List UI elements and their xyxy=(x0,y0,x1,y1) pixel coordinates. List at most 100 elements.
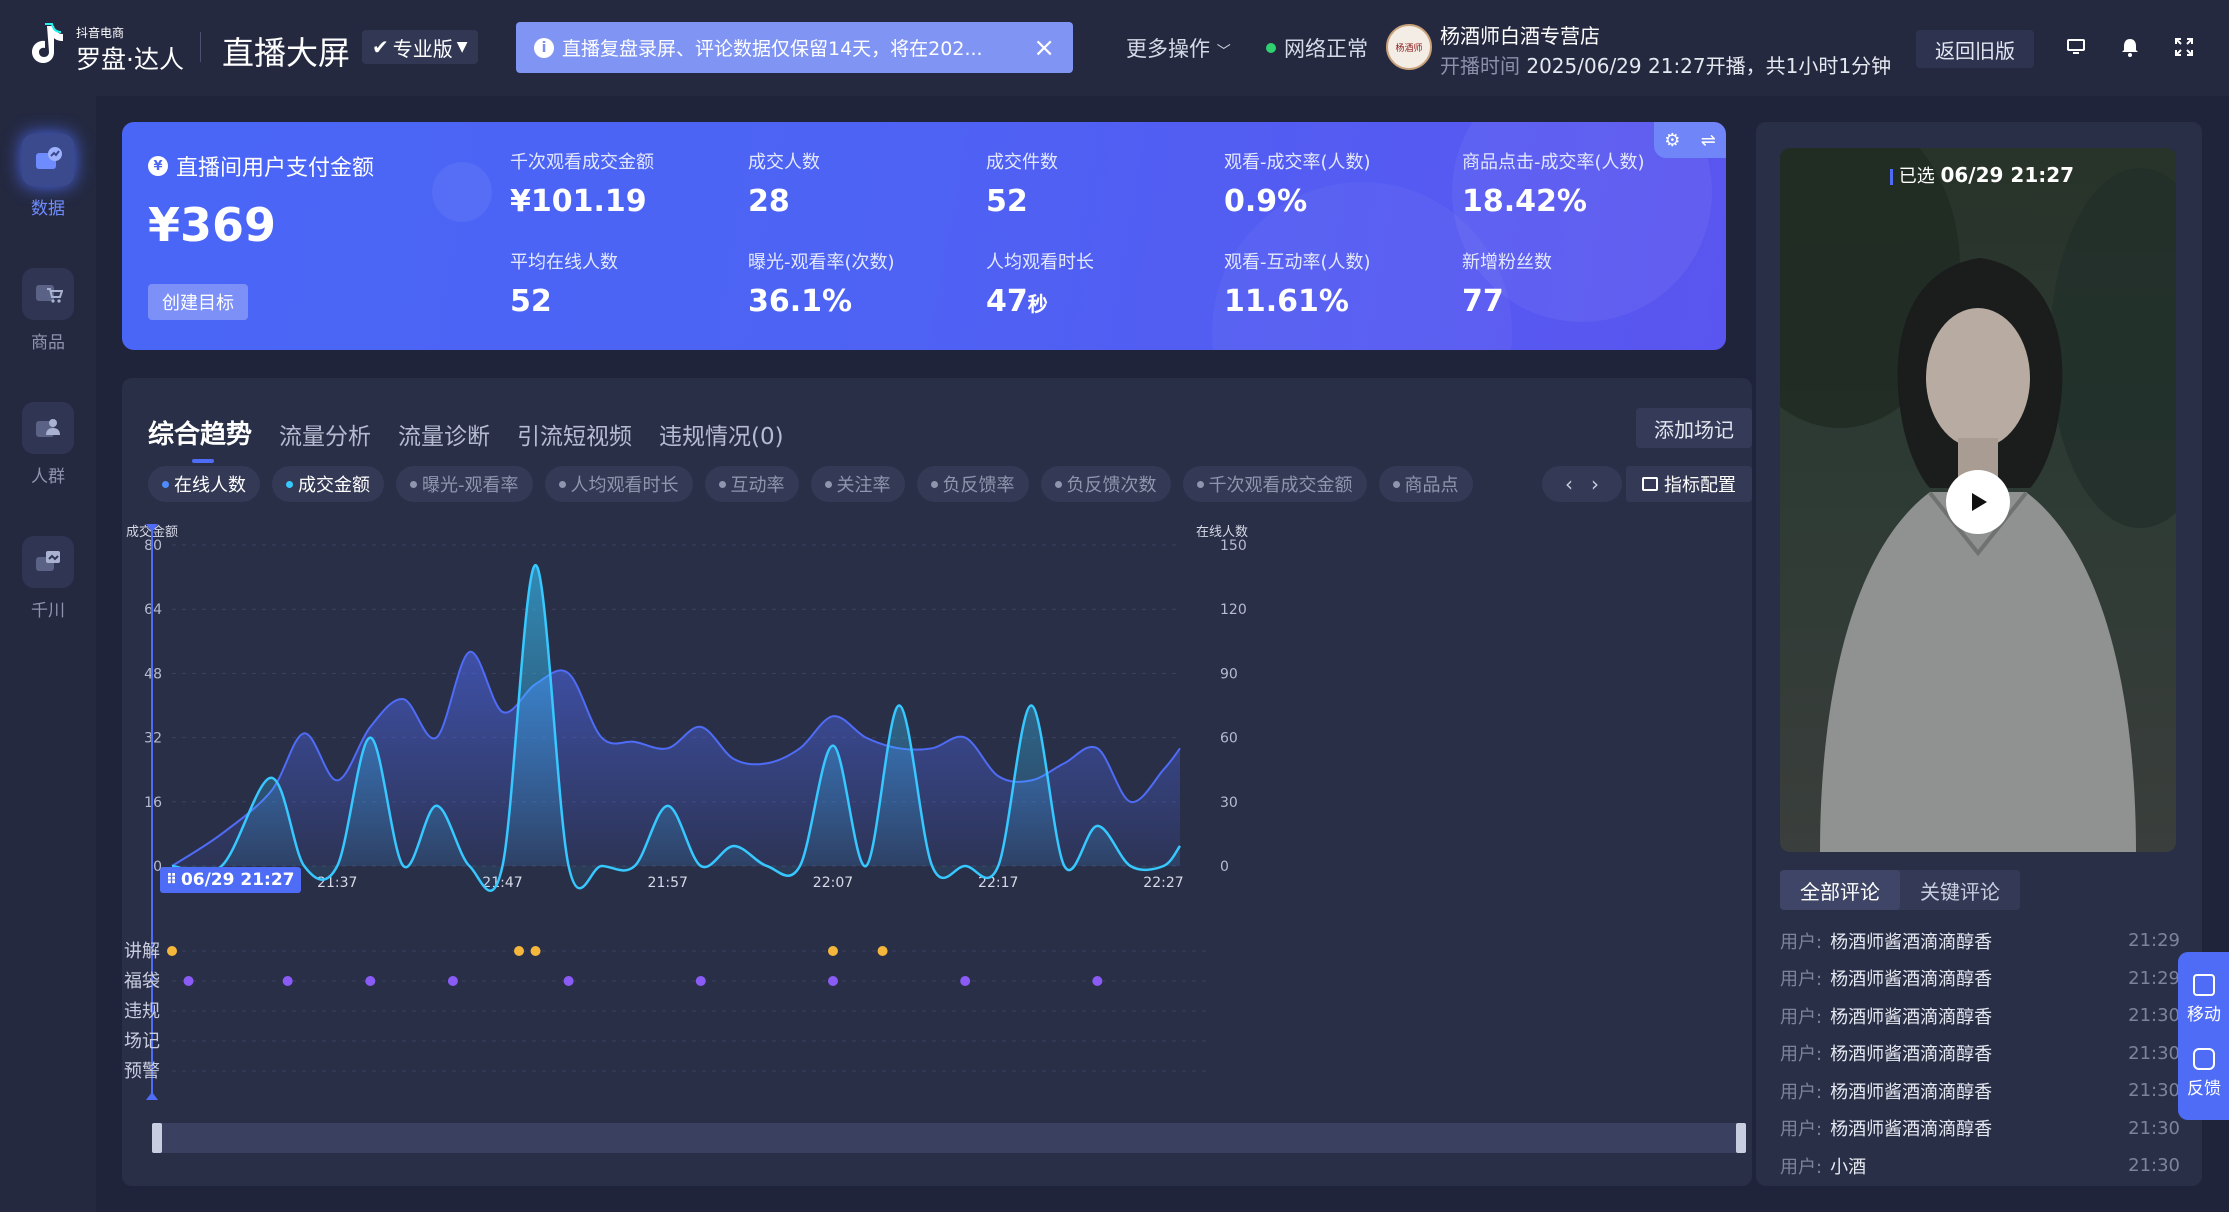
right-axis-title: 在线人数 xyxy=(1196,525,1248,540)
status-dot-icon xyxy=(1266,43,1276,53)
comment-item[interactable]: 用户: 小酒 21:30 xyxy=(1780,1147,2180,1185)
tab-traffic-analysis[interactable]: 流量分析 xyxy=(279,417,371,451)
network-status: 网络正常 xyxy=(1266,33,1368,63)
config-icon xyxy=(1642,477,1658,491)
comment-item[interactable]: 用户: 杨酒师酱酒滴滴醇香 21:30 xyxy=(1780,1110,2180,1148)
metric-interaction-rate[interactable]: 观看-互动率(人数) 11.61% xyxy=(1224,248,1454,319)
notice-banner[interactable]: i 直播复盘录屏、评论数据仅保留14天，将在202... × xyxy=(516,22,1073,73)
chip-product[interactable]: 商品点 xyxy=(1378,466,1473,502)
comment-item[interactable]: 用户: 杨酒师酱酒滴滴醇香 21:29 xyxy=(1780,922,2180,960)
decor-circle xyxy=(432,162,492,222)
current-time-badge[interactable]: ⠿ 06/29 21:27 xyxy=(160,867,301,893)
shop-avatar[interactable]: 杨酒师 xyxy=(1386,24,1432,70)
tab-all-comments[interactable]: 全部评论 xyxy=(1780,870,1900,910)
chip-negative-rate[interactable]: 负反馈率 xyxy=(916,466,1029,502)
comment-user-label: 用户: xyxy=(1780,969,1823,991)
nav-label: 千川 xyxy=(31,601,65,621)
metric-avg-watch-time[interactable]: 人均观看时长 47秒 xyxy=(986,248,1216,319)
comment-item[interactable]: 用户: 杨酒师酱酒滴滴醇香 21:30 xyxy=(1780,1035,2180,1073)
nav-item-data[interactable]: 数据 xyxy=(0,134,96,244)
metric-gpm[interactable]: 千次观看成交金额 ¥101.19 xyxy=(510,148,740,219)
nav-item-qianchuan[interactable]: 千川 xyxy=(0,536,96,646)
nav-item-audience[interactable]: 人群 xyxy=(0,402,96,512)
chip-watch-time[interactable]: 人均观看时长 xyxy=(544,466,693,502)
add-note-button[interactable]: 添加场记 xyxy=(1636,408,1752,448)
chevron-right-icon[interactable]: › xyxy=(1591,472,1599,496)
shop-name: 杨酒师白酒专营店 xyxy=(1440,24,1600,48)
fullscreen-icon[interactable] xyxy=(2171,34,2197,60)
metric-value: 52 xyxy=(986,184,1028,219)
close-icon[interactable]: × xyxy=(1033,33,1055,63)
right-tick-label: 60 xyxy=(1220,731,1238,747)
comment-list: 用户: 杨酒师酱酒滴滴醇香 21:29 用户: 杨酒师酱酒滴滴醇香 21:29 用户: 杨… xyxy=(1780,922,2180,1185)
feedback-button[interactable]: 反馈 xyxy=(2187,1047,2221,1099)
comment-time: 21:29 xyxy=(2128,967,2180,989)
edition-dropdown[interactable]: ✔ 专业版 ▼ xyxy=(362,30,478,64)
x-tick-label: 21:57 xyxy=(648,875,688,891)
comment-user-label: 用户: xyxy=(1780,931,1823,953)
tab-short-videos[interactable]: 引流短视频 xyxy=(517,417,632,451)
left-tick-label: 48 xyxy=(144,666,162,682)
chip-gpm[interactable]: 千次观看成交金额 xyxy=(1182,466,1367,502)
more-operations-label: 更多操作 xyxy=(1126,37,1210,61)
drag-handle-icon: ⠿ xyxy=(166,872,177,888)
floating-tools: 移动 反馈 xyxy=(2178,952,2229,1120)
yuan-icon: ¥ xyxy=(148,156,168,176)
scroll-handle-left[interactable] xyxy=(152,1123,162,1153)
douyin-logo-icon xyxy=(32,23,63,63)
divider xyxy=(200,32,201,62)
comment-user-label: 用户: xyxy=(1780,1006,1823,1028)
metric-new-fans[interactable]: 新增粉丝数 77 xyxy=(1462,248,1692,319)
chip-label: 商品点 xyxy=(1404,475,1459,496)
nav-item-products[interactable]: 商品 xyxy=(0,268,96,378)
event-row-label: 讲解 xyxy=(124,941,160,962)
event-dot xyxy=(183,976,194,986)
tab-violations[interactable]: 违规情况(0) xyxy=(659,417,784,451)
play-button[interactable] xyxy=(1946,470,2010,534)
back-to-old-version-button[interactable]: 返回旧版 xyxy=(1916,30,2034,68)
scroll-handle-right[interactable] xyxy=(1736,1123,1746,1153)
brand-name: 罗盘·达人 xyxy=(76,45,184,74)
live-replay-panel: 已选 06/29 21:27 全部评论 关键评论 用户: 杨酒师酱酒滴滴醇香 21:… xyxy=(1756,122,2202,1186)
metric-exposure-view-rate[interactable]: 曝光-观看率(次数) 36.1% xyxy=(748,248,978,319)
mobile-button[interactable]: 移动 xyxy=(2187,973,2221,1025)
tab-key-comments[interactable]: 关键评论 xyxy=(1900,870,2020,910)
create-goal-button[interactable]: 创建目标 xyxy=(148,284,248,320)
chevron-left-icon[interactable]: ‹ xyxy=(1565,472,1573,496)
metric-click-conversion[interactable]: 商品点击-成交率(人数) 18.42% xyxy=(1462,148,1692,219)
chip-exposure-view[interactable]: 曝光-观看率 xyxy=(396,466,533,502)
chip-follow-rate[interactable]: 关注率 xyxy=(810,466,905,502)
comment-item[interactable]: 用户: 杨酒师酱酒滴滴醇香 21:30 xyxy=(1780,1072,2180,1110)
chip-label: 负反馈率 xyxy=(942,475,1015,496)
metric-label: 观看-成交率(人数) xyxy=(1224,152,1371,173)
metric-config-button[interactable]: 指标配置 xyxy=(1626,466,1752,502)
monitor-icon[interactable] xyxy=(2063,34,2089,60)
switch-icon[interactable]: ⇌ xyxy=(1701,130,1716,151)
time-range-scrollbar[interactable] xyxy=(152,1123,1746,1153)
brand-logo[interactable]: 抖音电商 罗盘·达人 xyxy=(22,20,184,74)
metric-buyers[interactable]: 成交人数 28 xyxy=(748,148,978,219)
nav-label: 人群 xyxy=(31,467,65,487)
metric-view-conversion[interactable]: 观看-成交率(人数) 0.9% xyxy=(1224,148,1454,219)
metric-unit: 秒 xyxy=(1027,292,1048,316)
bell-icon[interactable] xyxy=(2117,34,2143,60)
metric-label: 曝光-观看率(次数) xyxy=(748,252,895,273)
event-row-label: 预警 xyxy=(124,1061,160,1082)
tab-overall-trend[interactable]: 综合趋势 xyxy=(148,414,252,463)
chip-label: 千次观看成交金额 xyxy=(1208,475,1353,496)
more-operations-menu[interactable]: 更多操作 ﹀ xyxy=(1126,33,1231,63)
tab-traffic-diagnosis[interactable]: 流量诊断 xyxy=(398,417,490,451)
play-icon xyxy=(1972,493,1987,511)
chip-online-users[interactable]: 在线人数 xyxy=(148,466,260,502)
comment-item[interactable]: 用户: 杨酒师酱酒滴滴醇香 21:29 xyxy=(1780,960,2180,998)
metric-items-sold[interactable]: 成交件数 52 xyxy=(986,148,1216,219)
event-dot xyxy=(960,976,971,986)
selected-label: 已选 xyxy=(1898,166,1935,187)
metric-avg-online[interactable]: 平均在线人数 52 xyxy=(510,248,740,319)
chip-interaction-rate[interactable]: 互动率 xyxy=(704,466,799,502)
replay-video[interactable]: 已选 06/29 21:27 xyxy=(1780,148,2176,852)
chip-deal-amount[interactable]: 成交金额 xyxy=(272,466,384,502)
comment-item[interactable]: 用户: 杨酒师酱酒滴滴醇香 21:30 xyxy=(1780,997,2180,1035)
chip-negative-count[interactable]: 负反馈次数 xyxy=(1040,466,1171,502)
notice-text: 直播复盘录屏、评论数据仅保留14天，将在202... xyxy=(562,38,983,60)
